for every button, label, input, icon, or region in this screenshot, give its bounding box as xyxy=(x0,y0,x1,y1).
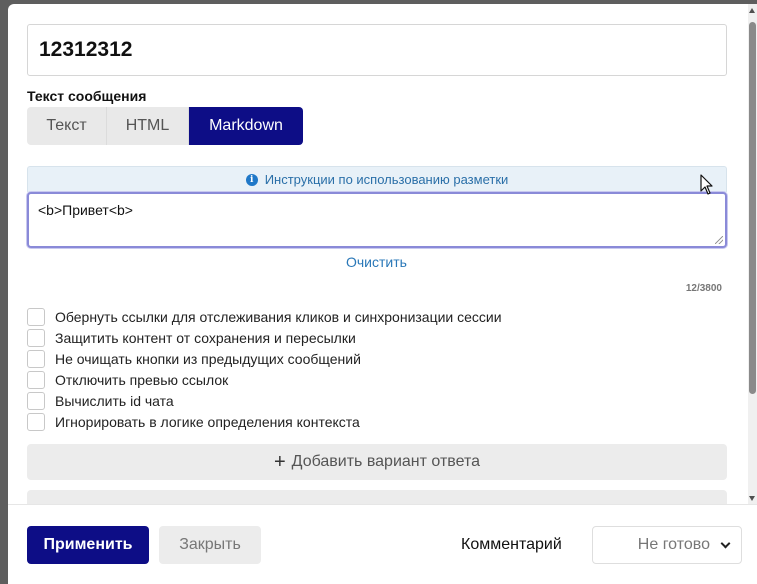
option-row[interactable]: Отключить превью ссылок xyxy=(27,369,502,390)
markup-instructions-label: Инструкции по использованию разметки xyxy=(264,172,509,187)
option-checkbox[interactable] xyxy=(27,370,45,389)
vertical-scrollbar[interactable] xyxy=(748,4,757,504)
scrollbar-thumb[interactable] xyxy=(749,22,756,394)
mouse-cursor-icon xyxy=(700,174,713,195)
option-row[interactable]: Защитить контент от сохранения и пересыл… xyxy=(27,327,502,348)
mode-markdown-button[interactable]: Markdown xyxy=(189,107,303,145)
option-label: Не очищать кнопки из предыдущих сообщени… xyxy=(55,350,361,367)
modal-dialog: 12312312 Текст сообщения Текст HTML Mark… xyxy=(8,4,757,584)
clear-link[interactable]: Очистить xyxy=(346,254,407,270)
apply-button[interactable]: Применить xyxy=(27,526,149,564)
option-label: Игнорировать в логике определения контек… xyxy=(55,413,360,430)
plus-icon: + xyxy=(273,451,286,473)
message-text: <b>Привет<b> xyxy=(38,202,133,218)
markup-instructions-link[interactable]: i Инструкции по использованию разметки xyxy=(27,166,727,192)
scroll-down-icon[interactable] xyxy=(749,496,755,501)
option-label: Отключить превью ссылок xyxy=(55,371,229,388)
option-row[interactable]: Игнорировать в логике определения контек… xyxy=(27,411,502,432)
option-checkbox[interactable] xyxy=(27,412,45,431)
status-select[interactable]: Не готово xyxy=(592,526,742,564)
close-button[interactable]: Закрыть xyxy=(159,526,261,564)
scroll-up-icon[interactable] xyxy=(749,8,755,13)
message-textarea[interactable]: <b>Привет<b> xyxy=(27,192,727,248)
option-row[interactable]: Вычислить id чата xyxy=(27,390,502,411)
modal-footer: Применить Закрыть Комментарий Не готово xyxy=(8,504,757,584)
resize-grip-icon[interactable] xyxy=(715,236,723,244)
mode-text-button[interactable]: Текст xyxy=(27,107,107,145)
add-answer-label: Добавить вариант ответа xyxy=(291,453,480,470)
option-checkbox[interactable] xyxy=(27,349,45,368)
info-icon: i xyxy=(245,173,258,186)
comment-button[interactable]: Комментарий xyxy=(461,526,562,564)
option-checkbox[interactable] xyxy=(27,307,45,326)
title-input[interactable]: 12312312 xyxy=(27,24,727,76)
add-answer-button[interactable]: + Добавить вариант ответа xyxy=(27,444,727,480)
secondary-action-button[interactable] xyxy=(27,490,727,504)
option-row[interactable]: Обернуть ссылки для отслеживания кликов … xyxy=(27,306,502,327)
option-checkbox[interactable] xyxy=(27,328,45,347)
option-label: Вычислить id чата xyxy=(55,392,174,409)
option-label: Обернуть ссылки для отслеживания кликов … xyxy=(55,308,502,325)
option-row[interactable]: Не очищать кнопки из предыдущих сообщени… xyxy=(27,348,502,369)
message-text-label: Текст сообщения xyxy=(27,88,147,104)
options-list: Обернуть ссылки для отслеживания кликов … xyxy=(27,306,502,432)
char-counter: 12/3800 xyxy=(685,283,722,294)
option-label: Защитить контент от сохранения и пересыл… xyxy=(55,329,356,346)
mode-html-button[interactable]: HTML xyxy=(107,107,189,145)
option-checkbox[interactable] xyxy=(27,391,45,410)
modal-body: 12312312 Текст сообщения Текст HTML Mark… xyxy=(8,4,757,504)
format-mode-selector: Текст HTML Markdown xyxy=(27,107,303,145)
status-value: Не готово xyxy=(637,536,710,553)
chevron-down-icon xyxy=(720,538,731,548)
